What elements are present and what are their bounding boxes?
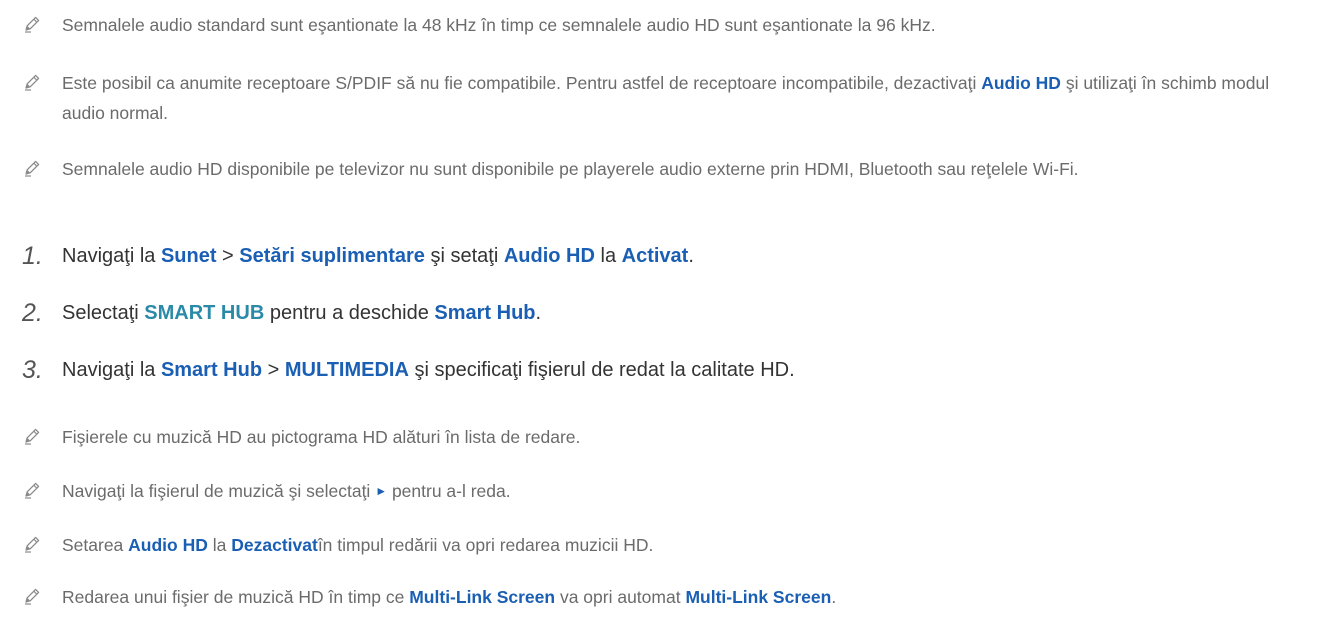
pencil-icon bbox=[22, 426, 42, 446]
note-text-segment: pentru a-l reda. bbox=[387, 481, 511, 501]
highlight-smart-hub: Smart Hub bbox=[160, 359, 263, 381]
note-text-segment: Fişierele cu muzică HD au pictograma HD … bbox=[62, 427, 581, 447]
note-text: Fişierele cu muzică HD au pictograma HD … bbox=[62, 422, 1310, 452]
step-text-segment: Navigaţi la bbox=[62, 359, 161, 381]
note-text-segment: Este posibil ca anumite receptoare S/PDI… bbox=[62, 73, 982, 93]
highlight-multimedia: MULTIMEDIA bbox=[284, 359, 409, 381]
step-number: 3. bbox=[22, 356, 43, 384]
note-text-segment: în timpul redării va opri redarea muzici… bbox=[317, 535, 654, 555]
note-text-segment: Setarea bbox=[62, 535, 129, 555]
step-text-segment: la bbox=[594, 245, 622, 267]
highlight-sunet: Sunet bbox=[160, 245, 217, 267]
pencil-icon bbox=[22, 534, 42, 554]
step-number: 1. bbox=[22, 242, 43, 270]
highlight-dezactivat: Dezactivat bbox=[231, 535, 318, 555]
note-text-segment: Semnalele audio standard sunt eşantionat… bbox=[62, 15, 936, 35]
highlight-setari-suplimentare: Setări suplimentare bbox=[239, 245, 425, 267]
step-text-segment: > bbox=[216, 245, 240, 267]
highlight-smart-hub-button: SMART HUB bbox=[144, 302, 265, 324]
note-text: Redarea unui fişier de muzică HD în timp… bbox=[62, 582, 1310, 612]
highlight-multi-link-screen: Multi-Link Screen bbox=[409, 587, 556, 607]
step-text-segment: şi specificaţi fişierul de redat la cali… bbox=[408, 359, 795, 381]
step-text-segment: Selectaţi bbox=[62, 302, 145, 324]
step-text: Navigaţi la Sunet > Setări suplimentare … bbox=[62, 241, 1310, 271]
note-text-segment: Redarea unui fişier de muzică HD în timp… bbox=[62, 587, 410, 607]
note-text-segment: la bbox=[207, 535, 232, 555]
step-text-segment: > bbox=[262, 359, 285, 381]
note-text: Semnalele audio standard sunt eşantionat… bbox=[62, 10, 1310, 40]
step-text: Navigaţi la Smart Hub > MULTIMEDIA şi sp… bbox=[62, 355, 1310, 385]
note-text: Fişierele cu muzică HD au pictograma HD … bbox=[62, 476, 1310, 506]
play-icon: ► bbox=[375, 484, 388, 498]
pencil-icon bbox=[22, 480, 42, 500]
note-text-segment: Navigaţi la fişierul de muzică şi select… bbox=[62, 481, 376, 501]
highlight-audio-hd: Audio HD bbox=[981, 73, 1061, 93]
note-text-segment: va opri automat bbox=[555, 587, 686, 607]
step-text-segment: Navigaţi la bbox=[62, 245, 161, 267]
step-text-segment: . bbox=[535, 302, 542, 324]
step-text: Selectaţi SMART HUB pentru a deschide Sm… bbox=[62, 298, 1310, 328]
step-number: 2. bbox=[22, 299, 43, 327]
note-text: Este posibil ca anumite receptoare S/PDI… bbox=[62, 68, 1310, 128]
pencil-icon bbox=[22, 14, 42, 34]
pencil-icon bbox=[22, 72, 42, 92]
highlight-smart-hub: Smart Hub bbox=[434, 302, 536, 324]
step-text-segment: . bbox=[688, 245, 694, 267]
highlight-audio-hd: Audio HD bbox=[503, 245, 595, 267]
step-text-segment: şi setaţi bbox=[424, 245, 504, 267]
note-text-segment: Semnalele audio HD disponibile pe televi… bbox=[62, 159, 1079, 179]
pencil-icon bbox=[22, 158, 42, 178]
note-text: Setarea Audio HD la Dezactivatîn timpul … bbox=[62, 530, 1310, 560]
highlight-activat: Activat bbox=[621, 245, 689, 267]
highlight-audio-hd: Audio HD bbox=[128, 535, 208, 555]
note-text-segment: . bbox=[831, 587, 837, 607]
pencil-icon bbox=[22, 586, 42, 606]
step-text-segment: pentru a deschide bbox=[264, 302, 435, 324]
note-text: Semnalele audio HD disponibile pe televi… bbox=[62, 154, 1310, 184]
highlight-multi-link-screen: Multi-Link Screen bbox=[685, 587, 832, 607]
